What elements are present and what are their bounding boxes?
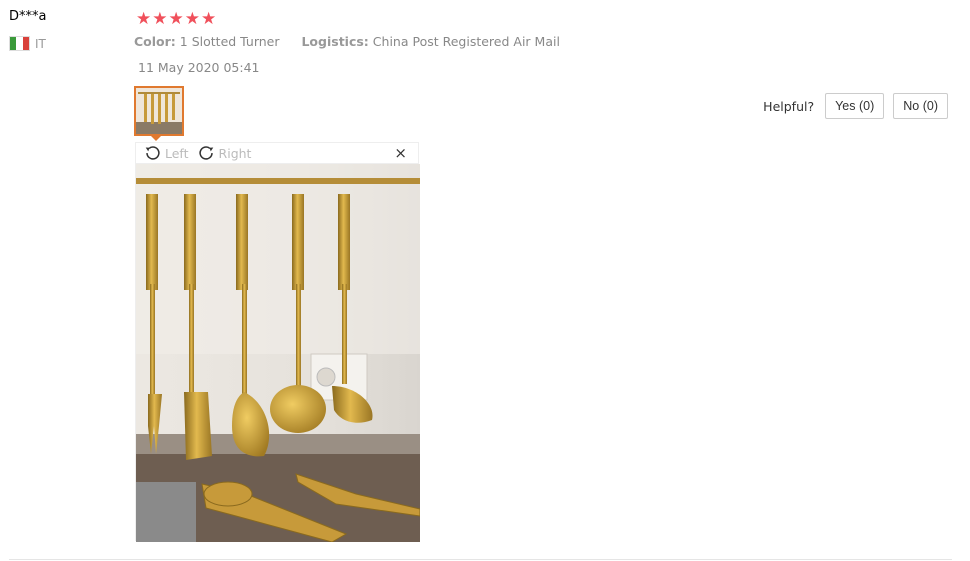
- color-value: 1 Slotted Turner: [179, 34, 280, 49]
- rotate-left-button[interactable]: Left: [144, 145, 189, 162]
- review-meta: Color: 1 Slotted Turner Logistics: China…: [134, 34, 560, 49]
- helpful-vote: Helpful? Yes (0) No (0): [763, 93, 948, 119]
- star-rating: ★ ★ ★ ★ ★: [136, 9, 216, 29]
- review-photo: [136, 164, 420, 542]
- viewer-toolbar: Left Right ×: [136, 143, 418, 164]
- star-icon: ★: [136, 9, 152, 29]
- rotate-right-icon: [198, 145, 213, 160]
- logistics-label: Logistics:: [301, 34, 369, 49]
- reviewer-name: D***a: [9, 9, 47, 24]
- vote-yes-button[interactable]: Yes (0): [825, 93, 885, 119]
- thumbnail-pointer: [149, 134, 163, 141]
- vote-no-button[interactable]: No (0): [893, 93, 948, 119]
- review-date: 11 May 2020 05:41: [138, 60, 260, 75]
- logistics-value: China Post Registered Air Mail: [372, 34, 560, 49]
- reviewer-country: IT: [9, 36, 46, 51]
- rotate-left-icon: [145, 145, 160, 160]
- star-icon: ★: [201, 9, 217, 29]
- color-label: Color:: [134, 34, 176, 49]
- photo-viewer: Left Right ×: [135, 142, 420, 542]
- review-divider: [9, 559, 952, 560]
- rotate-right-label: Right: [218, 145, 252, 161]
- helpful-label: Helpful?: [763, 98, 815, 114]
- star-icon: ★: [152, 9, 168, 29]
- star-icon: ★: [184, 9, 200, 29]
- close-icon[interactable]: ×: [394, 144, 407, 162]
- rotate-right-button[interactable]: Right: [198, 145, 252, 162]
- country-code: IT: [35, 36, 46, 51]
- review-photo-thumbnail[interactable]: [134, 86, 184, 136]
- italy-flag-icon: [9, 36, 30, 51]
- star-icon: ★: [168, 9, 184, 29]
- rotate-left-label: Left: [165, 145, 189, 161]
